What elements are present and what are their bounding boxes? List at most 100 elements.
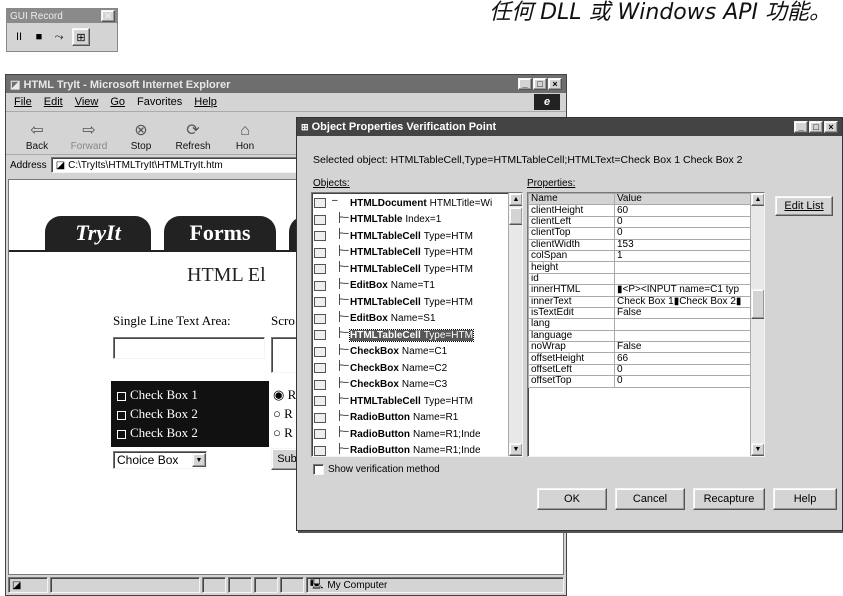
object-tree-item[interactable]: ├– HTMLTableCell Type=HTM (312, 294, 508, 311)
object-tree-item[interactable]: ├– EditBox Name=T1 (312, 278, 508, 295)
object-tree-item[interactable]: ├– RadioButton Name=R1 (312, 410, 508, 427)
property-name: innerHTML (528, 284, 615, 297)
radio-2[interactable]: ○ R (273, 404, 296, 423)
help-button[interactable]: Help (773, 488, 837, 510)
menu-favorites[interactable]: Favorites (137, 96, 182, 108)
tab-forms[interactable]: Forms (164, 216, 276, 250)
property-row[interactable]: clientTop 0 (528, 227, 755, 240)
close-icon[interactable]: × (824, 121, 838, 133)
objects-tree[interactable]: – HTMLDocument HTMLTitle=Wi ├– HTMLTable Inde… (311, 192, 523, 457)
close-icon[interactable]: ✕ (101, 10, 115, 22)
object-label: CheckBox Name=C2 (350, 362, 448, 374)
object-tree-item[interactable]: ├– HTMLTableCell Type=HTM (312, 228, 508, 245)
scroll-up-icon[interactable]: ▲ (751, 193, 764, 206)
property-row[interactable]: isTextEdit False (528, 306, 755, 320)
property-row[interactable]: height (528, 261, 755, 274)
ok-button[interactable]: OK (537, 488, 607, 510)
object-tree-item[interactable]: ├– CheckBox Name=C2 (312, 360, 508, 377)
edit-list-button[interactable]: Edit List (775, 196, 833, 216)
property-row[interactable]: language (528, 329, 755, 343)
property-row[interactable]: innerHTML ▮<P><INPUT name=C1 typ (528, 284, 755, 297)
cancel-button[interactable]: Cancel (615, 488, 685, 510)
scroll-down-icon[interactable]: ▼ (751, 443, 764, 456)
menu-go[interactable]: Go (110, 96, 125, 108)
properties-scrollbar[interactable]: ▲ ▼ (750, 193, 764, 456)
display-gui-insert-icon[interactable]: ⊞ (72, 28, 90, 46)
object-tree-item[interactable]: ├– CheckBox Name=C3 (312, 377, 508, 394)
property-row[interactable]: colSpan 1 (528, 249, 755, 263)
stop-button[interactable]: ⊗ Stop (116, 121, 166, 152)
checkbox-icon[interactable] (313, 464, 324, 475)
scroll-thumb[interactable] (751, 289, 764, 319)
menu-view[interactable]: View (75, 96, 99, 108)
scroll-thumb[interactable] (509, 207, 522, 225)
property-name: offsetLeft (528, 363, 615, 377)
property-name: offsetTop (528, 375, 615, 388)
scroll-down-icon[interactable]: ▼ (509, 443, 522, 456)
property-row[interactable]: noWrap False (528, 341, 755, 354)
object-icon (314, 412, 326, 423)
insert-wizard-icon[interactable]: ⤳ (52, 31, 66, 44)
menu-edit[interactable]: Edit (44, 96, 63, 108)
recapture-button[interactable]: Recapture (693, 488, 765, 510)
property-value: 0 (614, 215, 755, 229)
object-tree-item[interactable]: ├– HTMLTable Index=1 (312, 212, 508, 229)
checkbox-2[interactable]: Check Box 2 (117, 404, 263, 423)
property-row[interactable]: clientWidth 153 (528, 238, 755, 251)
close-icon[interactable]: × (548, 78, 562, 90)
home-icon: ⌂ (240, 122, 250, 139)
property-row[interactable]: clientLeft 0 (528, 215, 755, 229)
menu-help[interactable]: Help (194, 96, 217, 108)
object-tree-item[interactable]: ├– RadioButton Name=R1;Inde (312, 426, 508, 443)
caption-text: 任何 DLL 或 Windows API 功能。 (489, 0, 831, 25)
object-tree-item[interactable]: ├– HTMLTableCell Type=HTM (312, 245, 508, 262)
prop-name-header[interactable]: Name (528, 193, 615, 206)
status-message (50, 577, 200, 593)
object-label: RadioButton Name=R1;Inde (350, 445, 481, 457)
object-tree-item[interactable]: ├– EditBox Name=S1 (312, 311, 508, 328)
object-tree-item[interactable]: ├– HTMLTableCell Type=HTM (312, 393, 508, 410)
pause-icon[interactable]: II (12, 31, 26, 43)
show-method-checkbox[interactable]: Show verification method (313, 464, 440, 475)
property-row[interactable]: clientHeight 60 (528, 204, 755, 217)
property-value (614, 329, 755, 343)
chevron-down-icon[interactable]: ▼ (192, 453, 206, 467)
maximize-icon[interactable]: □ (533, 78, 547, 90)
object-tree-item[interactable]: ├– HTMLTableCell Type=HTM (312, 261, 508, 278)
menu-file[interactable]: File (14, 96, 32, 108)
checkbox-3[interactable]: Check Box 2 (117, 423, 263, 442)
checkbox-1[interactable]: Check Box 1 (117, 385, 263, 404)
page-icon: ◪ (55, 159, 66, 171)
property-row[interactable]: innerText Check Box 1▮Check Box 2▮ (528, 295, 755, 308)
property-row[interactable]: offsetLeft 0 (528, 363, 755, 377)
scroll-up-icon[interactable]: ▲ (509, 193, 522, 206)
minimize-icon[interactable]: _ (518, 78, 532, 90)
object-tree-item[interactable]: ├– HTMLTableCell Type=HTM (312, 327, 508, 344)
minimize-icon[interactable]: _ (794, 121, 808, 133)
object-tree-item[interactable]: – HTMLDocument HTMLTitle=Wi (312, 195, 508, 212)
gui-record-title: GUI Record (10, 10, 63, 22)
property-name: height (528, 261, 615, 274)
property-row[interactable]: lang (528, 318, 755, 331)
radio-1[interactable]: ◉ R (273, 385, 296, 404)
home-button[interactable]: ⌂ Hon (220, 121, 270, 152)
prop-value-header[interactable]: Value (614, 193, 755, 206)
ie-titlebar: ◪ HTML TryIt - Microsoft Internet Explor… (6, 75, 566, 93)
refresh-button[interactable]: ⟳ Refresh (168, 121, 218, 152)
property-row[interactable]: offsetHeight 66 (528, 352, 755, 365)
object-tree-item[interactable]: ├– RadioButton Name=R1;Inde (312, 443, 508, 457)
properties-grid[interactable]: Name Value clientHeight 60 clientLeft 0 clie… (527, 192, 765, 457)
stop-icon[interactable]: ■ (32, 31, 46, 43)
object-tree-item[interactable]: ├– CheckBox Name=C1 (312, 344, 508, 361)
maximize-icon[interactable]: □ (809, 121, 823, 133)
objects-scrollbar[interactable]: ▲ ▼ (508, 193, 522, 456)
radio-3[interactable]: ○ R (273, 423, 296, 442)
back-button[interactable]: ⇦ Back (12, 121, 62, 152)
property-row[interactable]: offsetTop 0 (528, 375, 755, 388)
single-line-input[interactable] (113, 337, 265, 359)
ie-title: ◪ HTML TryIt - Microsoft Internet Explor… (10, 78, 231, 91)
tab-tryit[interactable]: TryIt (45, 216, 151, 250)
property-row[interactable]: id (528, 272, 755, 286)
forward-button[interactable]: ⇨ Forward (64, 121, 114, 152)
choice-box-select[interactable]: Choice Box ▼ (113, 451, 207, 469)
